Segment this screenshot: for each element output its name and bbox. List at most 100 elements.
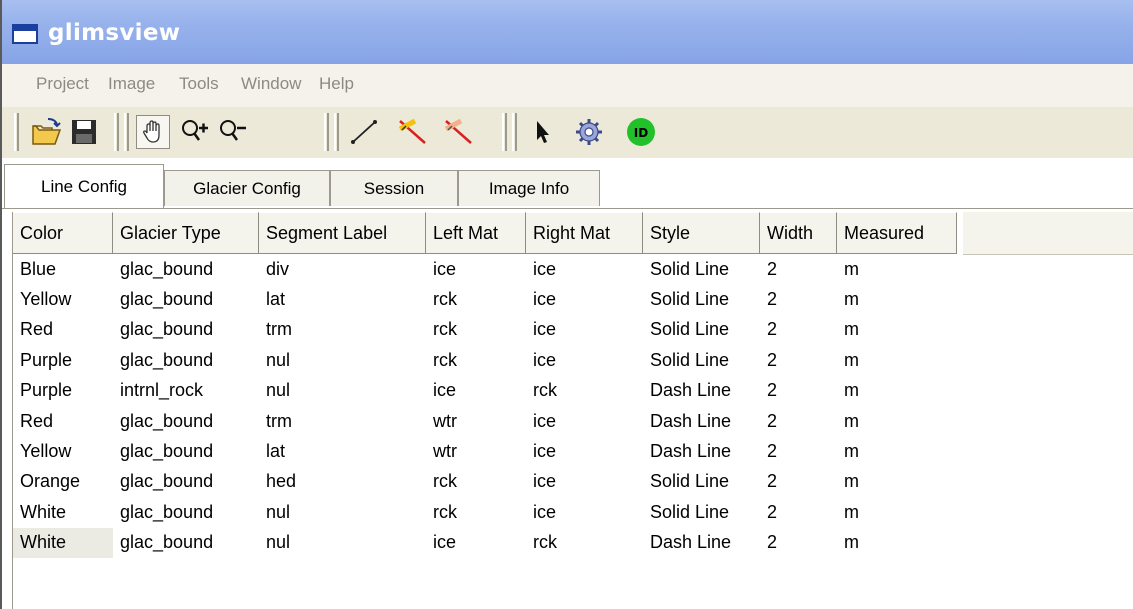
toolbar-grip[interactable] <box>512 113 517 151</box>
table-cell-style[interactable]: Solid Line <box>643 315 760 345</box>
table-cell-left-mat[interactable]: wtr <box>426 406 526 436</box>
select-arrow-icon[interactable] <box>525 115 559 149</box>
menu-project[interactable]: Project <box>36 74 89 94</box>
table-cell-left-mat[interactable]: ice <box>426 376 526 406</box>
table-cell-style[interactable]: Dash Line <box>643 406 760 436</box>
table-cell-color[interactable]: Yellow <box>13 284 113 314</box>
toolbar-grip[interactable] <box>124 113 129 151</box>
table-cell-width[interactable]: 2 <box>760 406 837 436</box>
table-cell-glacier-type[interactable]: glac_bound <box>113 467 259 497</box>
column-header-left-mat[interactable]: Left Mat <box>426 212 526 254</box>
table-row[interactable]: Yellow glac_bound lat wtr ice Dash Line 2 m <box>13 436 957 466</box>
table-cell-width[interactable]: 2 <box>760 467 837 497</box>
column-header-style[interactable]: Style <box>643 212 760 254</box>
table-cell-measured[interactable]: m <box>837 345 957 375</box>
id-icon[interactable]: ID <box>624 115 658 149</box>
toolbar-grip[interactable] <box>114 113 119 151</box>
menu-help[interactable]: Help <box>319 74 354 94</box>
table-cell-segment-label[interactable]: lat <box>259 284 426 314</box>
table-cell-right-mat[interactable]: ice <box>526 254 643 284</box>
table-cell-right-mat[interactable]: rck <box>526 528 643 558</box>
tab-line-config[interactable]: Line Config <box>4 164 164 208</box>
table-row[interactable]: White glac_bound nul rck ice Solid Line 2 m <box>13 497 957 527</box>
table-cell-width[interactable]: 2 <box>760 497 837 527</box>
title-bar[interactable]: glimsview <box>2 0 1133 65</box>
save-icon[interactable] <box>67 115 101 149</box>
table-cell-measured[interactable]: m <box>837 284 957 314</box>
table-cell-segment-label[interactable]: trm <box>259 406 426 436</box>
table-row[interactable]: Red glac_bound trm wtr ice Dash Line 2 m <box>13 406 957 436</box>
table-cell-style[interactable]: Solid Line <box>643 497 760 527</box>
settings-gear-icon[interactable] <box>572 115 606 149</box>
toolbar-grip[interactable] <box>334 113 339 151</box>
table-cell-measured[interactable]: m <box>837 406 957 436</box>
tab-image-info[interactable]: Image Info <box>458 170 600 206</box>
table-cell-measured[interactable]: m <box>837 467 957 497</box>
table-cell-width[interactable]: 2 <box>760 345 837 375</box>
table-row[interactable]: Blue glac_bound div ice ice Solid Line 2 m <box>13 254 957 284</box>
table-cell-glacier-type[interactable]: glac_bound <box>113 345 259 375</box>
table-cell-left-mat[interactable]: ice <box>426 254 526 284</box>
table-cell-width[interactable]: 2 <box>760 436 837 466</box>
delete-line-icon[interactable] <box>442 115 476 149</box>
table-cell-left-mat[interactable]: rck <box>426 497 526 527</box>
table-cell-right-mat[interactable]: ice <box>526 345 643 375</box>
menu-image[interactable]: Image <box>108 74 155 94</box>
table-cell-style[interactable]: Dash Line <box>643 436 760 466</box>
table-cell-glacier-type[interactable]: glac_bound <box>113 315 259 345</box>
table-row[interactable]: Purple glac_bound nul rck ice Solid Line 2 m <box>13 345 957 375</box>
table-cell-left-mat[interactable]: ice <box>426 528 526 558</box>
table-cell-glacier-type[interactable]: glac_bound <box>113 254 259 284</box>
table-cell-measured[interactable]: m <box>837 254 957 284</box>
table-cell-glacier-type[interactable]: glac_bound <box>113 406 259 436</box>
table-cell-segment-label[interactable]: nul <box>259 528 426 558</box>
column-header-color[interactable]: Color <box>13 212 113 254</box>
table-cell-measured[interactable]: m <box>837 436 957 466</box>
table-cell-segment-label[interactable]: nul <box>259 345 426 375</box>
table-cell-left-mat[interactable]: wtr <box>426 436 526 466</box>
toolbar-grip[interactable] <box>324 113 329 151</box>
table-cell-segment-label[interactable]: lat <box>259 436 426 466</box>
table-row[interactable]: Orange glac_bound hed rck ice Solid Line 2 m <box>13 467 957 497</box>
toolbar-grip[interactable] <box>502 113 507 151</box>
tab-glacier-config[interactable]: Glacier Config <box>164 170 330 206</box>
table-cell-color[interactable]: White <box>13 497 113 527</box>
table-cell-color[interactable]: Red <box>13 315 113 345</box>
table-cell-left-mat[interactable]: rck <box>426 284 526 314</box>
zoom-out-icon[interactable] <box>216 115 250 149</box>
table-cell-glacier-type[interactable]: glac_bound <box>113 436 259 466</box>
table-cell-left-mat[interactable]: rck <box>426 315 526 345</box>
column-header-right-mat[interactable]: Right Mat <box>526 212 643 254</box>
zoom-in-icon[interactable] <box>178 115 212 149</box>
draw-line-icon[interactable] <box>347 115 381 149</box>
table-cell-color[interactable]: Purple <box>13 376 113 406</box>
table-cell-left-mat[interactable]: rck <box>426 345 526 375</box>
table-cell-segment-label[interactable]: trm <box>259 315 426 345</box>
table-cell-color[interactable]: Yellow <box>13 436 113 466</box>
open-folder-icon[interactable] <box>29 115 63 149</box>
table-cell-width[interactable]: 2 <box>760 376 837 406</box>
table-cell-style[interactable]: Solid Line <box>643 284 760 314</box>
table-cell-right-mat[interactable]: ice <box>526 284 643 314</box>
table-cell-color[interactable]: Red <box>13 406 113 436</box>
table-cell-right-mat[interactable]: ice <box>526 315 643 345</box>
table-cell-glacier-type[interactable]: intrnl_rock <box>113 376 259 406</box>
table-cell-measured[interactable]: m <box>837 497 957 527</box>
table-cell-right-mat[interactable]: ice <box>526 497 643 527</box>
column-header-measured[interactable]: Measured <box>837 212 957 254</box>
table-cell-style[interactable]: Solid Line <box>643 467 760 497</box>
column-header-glacier-type[interactable]: Glacier Type <box>113 212 259 254</box>
table-cell-right-mat[interactable]: ice <box>526 436 643 466</box>
table-row[interactable]: Red glac_bound trm rck ice Solid Line 2 m <box>13 315 957 345</box>
table-cell-color[interactable]: Orange <box>13 467 113 497</box>
table-cell-segment-label[interactable]: hed <box>259 467 426 497</box>
table-cell-style[interactable]: Dash Line <box>643 376 760 406</box>
table-cell-color[interactable]: Purple <box>13 345 113 375</box>
table-cell-color[interactable]: Blue <box>13 254 113 284</box>
table-cell-width[interactable]: 2 <box>760 284 837 314</box>
table-cell-right-mat[interactable]: ice <box>526 406 643 436</box>
tab-session[interactable]: Session <box>330 170 458 206</box>
toolbar-grip[interactable] <box>14 113 19 151</box>
table-cell-right-mat[interactable]: ice <box>526 467 643 497</box>
table-cell-left-mat[interactable]: rck <box>426 467 526 497</box>
